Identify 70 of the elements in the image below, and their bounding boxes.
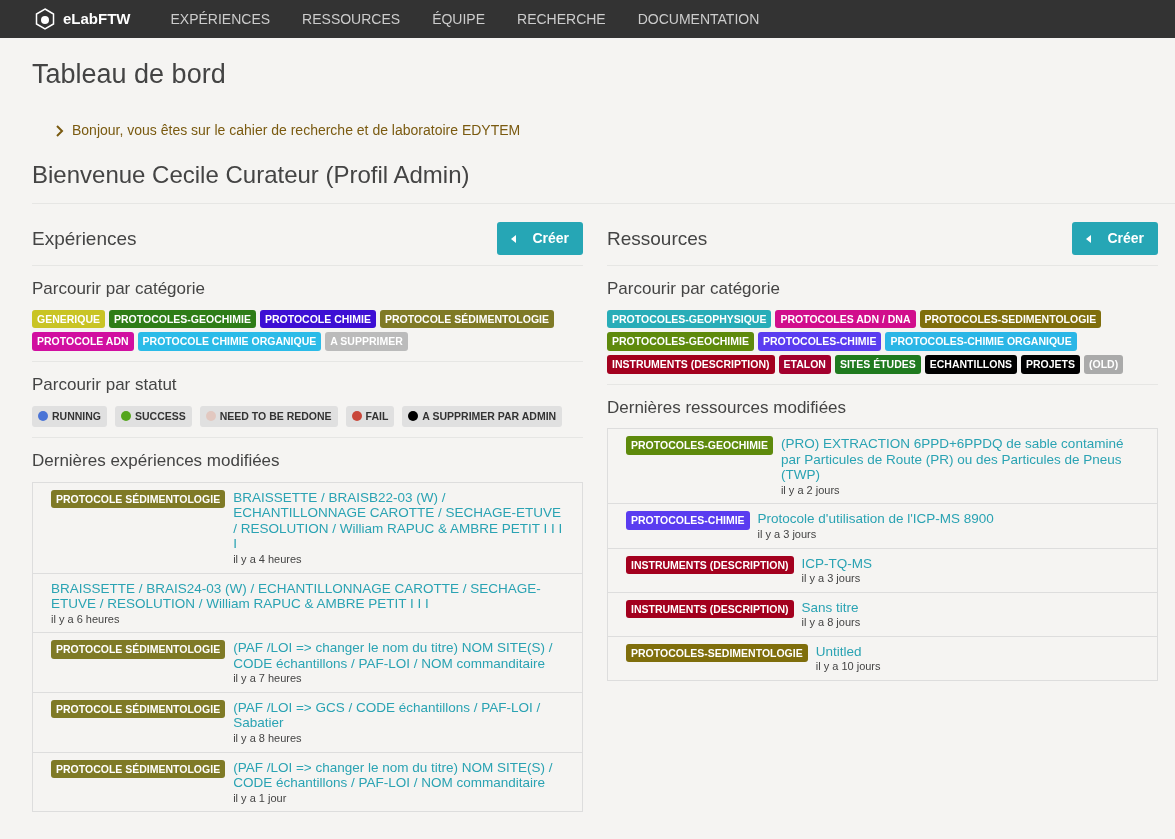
category-tag[interactable]: PROTOCOLES ADN / DNA: [775, 309, 916, 329]
category-tag[interactable]: SITES ÉTUDES: [834, 355, 921, 374]
category-tag[interactable]: INSTRUMENTS (DESCRIPTION): [607, 355, 775, 374]
entry-title-link[interactable]: Protocole d'utilisation de l'ICP-MS 8900: [757, 511, 994, 527]
nav-link[interactable]: EXPÉRIENCES: [170, 8, 271, 30]
subsection-title: Dernières ressources modifiées: [607, 396, 848, 419]
create-button[interactable]: Créer: [497, 222, 583, 256]
category-tag[interactable]: PROTOCOLE CHIMIE: [259, 309, 376, 329]
entry-title-link[interactable]: Sans titre: [801, 599, 861, 616]
subsection-title: Parcourir par catégorie: [607, 278, 781, 301]
entry-time: il y a 1 jour: [233, 791, 288, 805]
nav-link[interactable]: RECHERCHE: [517, 8, 606, 30]
welcome-heading: Bienvenue Cecile Curateur (Profil Admin): [32, 160, 471, 191]
entry-time: il y a 8 jours: [801, 616, 861, 629]
entry-title-link[interactable]: BRAISSETTE / BRAISB22-03 (W) / ECHANTILLONNAGE CAROTTE / SECHAGE-ETUVE / RESOLUTION / William RAPUC & AMBRE PETIT I I I I: [233, 489, 564, 552]
category-tag[interactable]: ETALON: [778, 355, 831, 374]
category-tag[interactable]: PROTOCOLES-GEOCHIMIE: [109, 309, 256, 329]
entry-time: il y a 3 jours: [801, 572, 862, 585]
subsection-title: Parcourir par statut: [32, 374, 178, 397]
category-tag[interactable]: ECHANTILLONS: [924, 355, 1017, 374]
entry-time: il y a 3 jours: [757, 527, 818, 541]
logo-icon: [35, 8, 55, 30]
category-tag[interactable]: INSTRUMENTS (DESCRIPTION): [626, 599, 794, 619]
chevron-icon: [56, 124, 64, 137]
section-title: Ressources: [607, 226, 708, 251]
category-tag[interactable]: PROTOCOLES-SEDIMENTOLOGIE: [626, 643, 808, 663]
category-tag[interactable]: PROTOCOLE SÉDIMENTOLOGIE: [51, 759, 226, 779]
welcome-notice: Bonjour, vous êtes sur le cahier de recherche et de laboratoire EDYTEM: [72, 121, 521, 141]
category-tag[interactable]: PROTOCOLES-SEDIMENTOLOGIE: [919, 309, 1102, 329]
category-tag[interactable]: PROTOCOLES-CHIMIE: [757, 332, 882, 352]
entry-title-link[interactable]: (PRO) EXTRACTION 6PPD+6PPDQ de sable contaminé par Particules de Route (PR) ou des Particules de Pneus (TWP): [780, 436, 1139, 483]
status-filter[interactable]: NEED TO BE REDONE: [199, 405, 338, 428]
entry-title-link[interactable]: (PAF /LOI => changer le nom du titre) NOM SITE(S) / CODE échantillons / PAF-LOI / NOM commanditaire: [233, 640, 564, 672]
category-tag[interactable]: PROTOCOLE SÉDIMENTOLOGIE: [379, 309, 555, 329]
caret-icon: [1086, 234, 1092, 243]
status-filter[interactable]: A SUPPRIMER PAR ADMIN: [402, 405, 563, 428]
category-tag[interactable]: PROJETS: [1021, 355, 1080, 374]
status-filter[interactable]: FAIL: [345, 405, 395, 428]
category-tag[interactable]: PROTOCOLES-CHIMIE: [626, 511, 750, 530]
category-tag[interactable]: PROTOCOLE SÉDIMENTOLOGIE: [51, 640, 226, 659]
entry-title-link[interactable]: Untitled: [815, 643, 881, 660]
subsection-title: Parcourir par catégorie: [32, 278, 206, 301]
category-tag[interactable]: PROTOCOLES-GEOCHIMIE: [626, 436, 773, 455]
entry-time: il y a 6 heures: [51, 612, 121, 626]
entry-title-link[interactable]: ICP-TQ-MS: [801, 555, 872, 572]
entry-time: il y a 4 heures: [233, 552, 303, 566]
category-tag[interactable]: PROTOCOLES-GEOCHIMIE: [607, 332, 754, 352]
entry-time: il y a 8 heures: [233, 731, 303, 745]
category-tag[interactable]: PROTOCOLE SÉDIMENTOLOGIE: [51, 699, 226, 719]
create-button[interactable]: Créer: [1072, 222, 1158, 256]
nav-link[interactable]: DOCUMENTATION: [637, 8, 760, 30]
caret-icon: [511, 234, 517, 243]
status-filter[interactable]: SUCCESS: [115, 405, 192, 428]
category-tag[interactable]: PROTOCOLE ADN: [32, 332, 134, 352]
page-title: Tableau de bord: [32, 58, 227, 91]
category-tag[interactable]: PROTOCOLE SÉDIMENTOLOGIE: [51, 489, 226, 509]
entry-time: il y a 10 jours: [815, 660, 881, 673]
section-title: Expériences: [32, 226, 137, 251]
entry-time: il y a 7 heures: [233, 672, 303, 685]
nav-link[interactable]: RESSOURCES: [302, 8, 401, 30]
status-filter[interactable]: RUNNING: [32, 405, 107, 428]
category-tag[interactable]: PROTOCOLES-GEOPHYSIQUE: [607, 309, 772, 329]
category-tag[interactable]: INSTRUMENTS (DESCRIPTION): [626, 555, 794, 575]
entry-title-link[interactable]: (PAF /LOI => GCS / CODE échantillons / PAF-LOI / Sabatier: [233, 699, 564, 731]
entry-title-link[interactable]: (PAF /LOI => changer le nom du titre) NOM SITE(S) / CODE échantillons / PAF-LOI / NOM commanditaire: [233, 759, 564, 791]
brand-name[interactable]: eLabFTW: [63, 7, 131, 31]
entry-time: il y a 2 jours: [780, 483, 841, 497]
subsection-title: Dernières expériences modifiées: [32, 450, 281, 473]
entry-title-link[interactable]: BRAISSETTE / BRAIS24-03 (W) / ECHANTILLONNAGE CAROTTE / SECHAGE-ETUVE / RESOLUTION / William RAPUC & AMBRE PETIT I I I: [51, 580, 564, 612]
nav-link[interactable]: ÉQUIPE: [432, 8, 486, 30]
